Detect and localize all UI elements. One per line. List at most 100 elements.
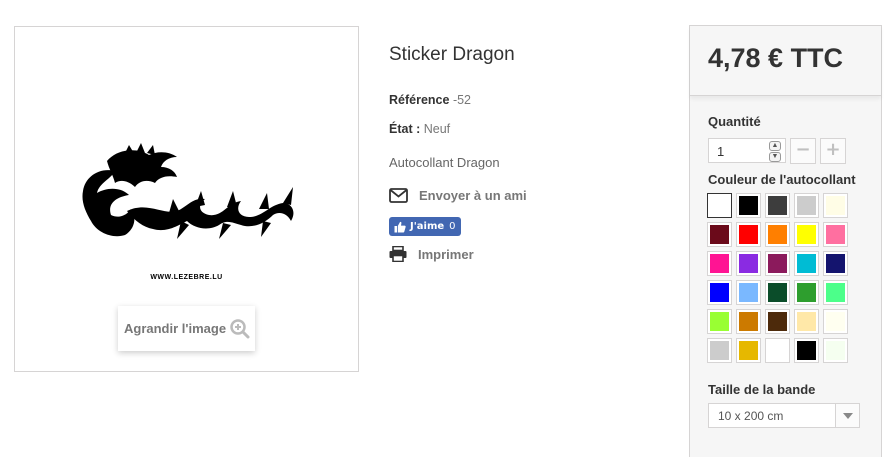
- quantity-decrease-button[interactable]: −: [790, 138, 816, 164]
- color-swatch-fill: [768, 225, 787, 244]
- color-swatch-fill: [739, 225, 758, 244]
- color-swatch-fill: [710, 254, 729, 273]
- like-count: 0: [449, 221, 456, 232]
- color-swatch[interactable]: [794, 338, 819, 363]
- envelope-icon: [389, 188, 408, 203]
- color-swatch[interactable]: [823, 222, 848, 247]
- thumbs-up-icon: [394, 221, 406, 232]
- color-swatch-fill: [826, 196, 845, 215]
- color-swatch-fill: [710, 341, 729, 360]
- facebook-like-button[interactable]: J'aime 0: [389, 217, 461, 236]
- chevron-down-icon: [835, 404, 859, 427]
- enlarge-image-label: Agrandir l'image: [124, 321, 227, 336]
- color-swatch[interactable]: [794, 222, 819, 247]
- enlarge-image-button[interactable]: Agrandir l'image: [118, 306, 255, 351]
- color-swatch[interactable]: [736, 280, 761, 305]
- color-swatch-fill: [768, 312, 787, 331]
- print-label: Imprimer: [418, 246, 474, 262]
- color-swatch[interactable]: [707, 251, 732, 276]
- color-swatch[interactable]: [765, 193, 790, 218]
- color-swatch-fill: [739, 254, 758, 273]
- product-image-panel[interactable]: WWW.LEZEBRE.LU Agrandir l'image: [14, 26, 359, 372]
- color-swatch-fill: [710, 312, 729, 331]
- color-swatch[interactable]: [736, 222, 761, 247]
- color-swatch-fill: [768, 341, 787, 360]
- printer-icon: [389, 246, 407, 262]
- color-swatch[interactable]: [765, 222, 790, 247]
- color-swatch[interactable]: [765, 309, 790, 334]
- color-swatch[interactable]: [823, 280, 848, 305]
- color-swatch-fill: [768, 283, 787, 302]
- spin-up-icon[interactable]: ▲: [769, 141, 781, 151]
- color-swatch-fill: [826, 283, 845, 302]
- color-swatch-fill: [826, 225, 845, 244]
- color-swatch-fill: [710, 225, 729, 244]
- quantity-input[interactable]: 1 ▲ ▼: [708, 138, 786, 163]
- color-swatch[interactable]: [736, 193, 761, 218]
- send-to-friend-label: Envoyer à un ami: [419, 188, 527, 203]
- color-swatch[interactable]: [707, 222, 732, 247]
- color-swatch-fill: [797, 225, 816, 244]
- color-swatch[interactable]: [794, 280, 819, 305]
- band-size-value: 10 x 200 cm: [718, 409, 784, 423]
- condition-label: État :: [389, 122, 421, 136]
- color-label: Couleur de l'autocollant: [708, 172, 856, 187]
- color-swatch-fill: [797, 254, 816, 273]
- product-title: Sticker Dragon: [389, 44, 515, 65]
- band-size-select[interactable]: 10 x 200 cm: [708, 403, 860, 428]
- dragon-sticker-image: [82, 143, 294, 239]
- quantity-label: Quantité: [708, 114, 761, 129]
- like-label: J'aime: [410, 221, 445, 232]
- color-swatch[interactable]: [707, 193, 732, 218]
- color-swatch-fill: [710, 196, 729, 215]
- color-swatch[interactable]: [823, 193, 848, 218]
- reference-value: -52: [452, 93, 472, 107]
- color-swatch-fill: [739, 283, 758, 302]
- color-swatch[interactable]: [794, 309, 819, 334]
- color-swatch-fill: [797, 312, 816, 331]
- quantity-value: 1: [717, 144, 725, 159]
- reference-row: Référence -52: [389, 93, 471, 107]
- color-swatch[interactable]: [823, 338, 848, 363]
- product-description: Autocollant Dragon: [389, 155, 500, 170]
- color-swatch-fill: [739, 196, 758, 215]
- color-swatch[interactable]: [707, 309, 732, 334]
- color-swatch[interactable]: [765, 280, 790, 305]
- buy-box: 4,78 € TTC Quantité 1 ▲ ▼ − + Couleur de…: [689, 25, 882, 457]
- band-size-label: Taille de la bande: [708, 382, 816, 397]
- color-swatch-grid: [707, 193, 857, 363]
- color-swatch-fill: [826, 254, 845, 273]
- color-swatch-fill: [710, 283, 729, 302]
- color-swatch[interactable]: [823, 251, 848, 276]
- color-swatch[interactable]: [707, 338, 732, 363]
- color-swatch[interactable]: [765, 338, 790, 363]
- color-swatch-fill: [826, 312, 845, 331]
- color-swatch-fill: [826, 341, 845, 360]
- color-swatch[interactable]: [794, 251, 819, 276]
- color-swatch[interactable]: [707, 280, 732, 305]
- spin-down-icon[interactable]: ▼: [769, 152, 781, 162]
- price-box: 4,78 € TTC: [690, 26, 881, 96]
- product-price: 4,78 € TTC: [708, 43, 844, 73]
- color-swatch[interactable]: [823, 309, 848, 334]
- color-swatch-fill: [797, 196, 816, 215]
- image-watermark-text: WWW.LEZEBRE.LU: [150, 274, 223, 281]
- color-swatch[interactable]: [736, 309, 761, 334]
- color-swatch[interactable]: [765, 251, 790, 276]
- color-swatch-fill: [768, 254, 787, 273]
- color-swatch-fill: [768, 196, 787, 215]
- quantity-increase-button[interactable]: +: [820, 138, 846, 164]
- condition-row: État : Neuf: [389, 122, 450, 136]
- color-swatch-fill: [739, 312, 758, 331]
- color-swatch-fill: [797, 341, 816, 360]
- color-swatch[interactable]: [794, 193, 819, 218]
- color-swatch-fill: [739, 341, 758, 360]
- send-to-friend-link[interactable]: Envoyer à un ami: [389, 188, 527, 203]
- color-swatch-fill: [797, 283, 816, 302]
- zoom-in-icon: [230, 318, 250, 338]
- reference-label: Référence: [389, 93, 450, 107]
- print-link[interactable]: Imprimer: [389, 246, 474, 262]
- color-swatch[interactable]: [736, 338, 761, 363]
- color-swatch[interactable]: [736, 251, 761, 276]
- condition-value: Neuf: [423, 122, 451, 136]
